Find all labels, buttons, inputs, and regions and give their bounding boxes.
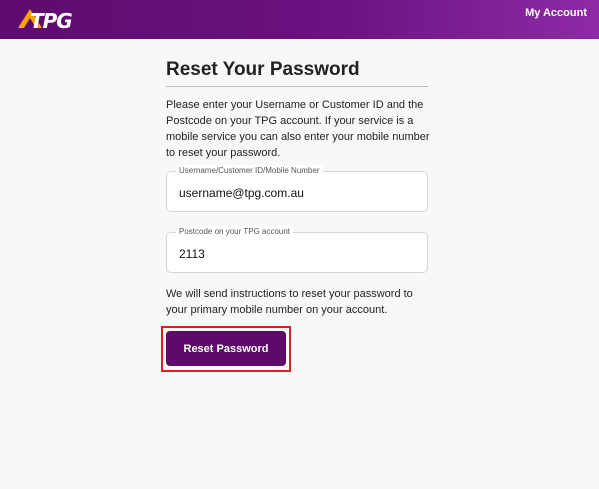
username-input-value[interactable]: username@tpg.com.au (179, 186, 304, 200)
top-navigation-bar: TPG My Account (0, 0, 599, 39)
username-field[interactable]: Username/Customer ID/Mobile Number usern… (166, 165, 428, 212)
my-account-link[interactable]: My Account (525, 7, 587, 19)
intro-text: Please enter your Username or Customer I… (166, 99, 430, 159)
title-divider (166, 86, 428, 87)
reset-password-button[interactable]: Reset Password (166, 331, 286, 366)
postcode-input-value[interactable]: 2113 (179, 247, 205, 261)
username-field-label: Username/Customer ID/Mobile Number (176, 165, 323, 176)
page-title: Reset Your Password (166, 59, 360, 80)
postcode-field-label: Postcode on your TPG account (176, 226, 294, 237)
instructions-note: We will send instructions to reset your … (166, 288, 413, 316)
postcode-field[interactable]: Postcode on your TPG account 2113 (166, 226, 428, 273)
logo-text: TPG (30, 9, 73, 33)
tpg-logo[interactable]: TPG (16, 6, 82, 33)
